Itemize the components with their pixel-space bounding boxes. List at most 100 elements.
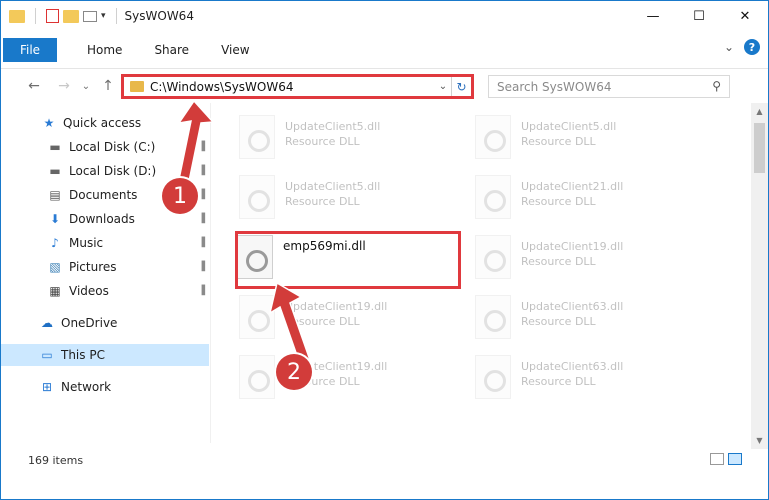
customize-icon[interactable] [83,10,97,22]
pin-icon[interactable]: ▐ [198,238,205,248]
navigation-bar: ← → ⌄ ↑ C:\Windows\SysWOW64 ⌄ ↻ Search S… [1,69,768,103]
divider [35,8,36,24]
item-count: 169 items [28,453,84,467]
file-item[interactable]: UpdateClient19.dll Resource DLL [467,231,687,285]
sidebar-item-label: Local Disk (C:) [69,140,156,154]
file-name: UpdateClient5.dll [285,180,381,193]
sidebar-item-label: Documents [69,188,138,202]
refresh-button[interactable]: ↻ [451,77,471,96]
file-description: Resource DLL [521,375,596,388]
pin-icon[interactable]: ▐ [198,166,205,176]
properties-icon[interactable] [46,9,59,23]
address-bar[interactable]: C:\Windows\SysWOW64 ⌄ ↻ [121,74,474,99]
sidebar-item-label: Downloads [69,212,135,226]
file-name: UpdateClient19.dll [285,300,388,313]
file-list: UpdateClient5.dll Resource DLL UpdateClie… [215,103,725,443]
divider [115,8,117,24]
file-item[interactable]: UpdateClient19.dll Resource DLL [231,291,451,345]
callout-badge-2: 2 [276,354,312,390]
dll-file-icon [475,175,511,219]
sidebar-item-music[interactable]: ♪ Music ▐ [1,232,209,254]
search-icon: ⚲ [712,79,721,93]
pin-icon[interactable]: ▐ [198,286,205,296]
sidebar-item-network[interactable]: ⊞ Network [1,376,209,398]
file-name: UpdateClient5.dll [521,120,617,133]
drive-icon: ▬ [49,164,61,178]
sidebar-item-pictures[interactable]: ▧ Pictures ▐ [1,256,209,278]
tab-view[interactable]: View [205,38,265,62]
file-item[interactable]: UpdateClient21.dll Resource DLL [467,171,687,225]
folder-icon [130,81,144,92]
tab-home[interactable]: Home [71,38,138,62]
tab-file[interactable]: File [3,37,57,62]
tab-share[interactable]: Share [138,38,205,62]
address-path[interactable]: C:\Windows\SysWOW64 [150,80,435,94]
large-icons-view-icon[interactable] [728,453,742,465]
file-item[interactable]: UpdateClient5.dll Resource DLL [467,111,687,165]
sidebar-item-this-pc[interactable]: ▭ This PC [1,344,209,366]
window-controls: — ☐ ✕ [630,1,768,31]
network-icon: ⊞ [41,380,53,394]
maximize-button[interactable]: ☐ [676,1,722,31]
sidebar-item-videos[interactable]: ▦ Videos ▐ [1,280,209,302]
sidebar-item-label: Quick access [63,116,142,130]
dll-file-icon [475,235,511,279]
sidebar-item-label: This PC [61,348,105,362]
dll-file-icon [475,295,511,339]
sidebar-item-onedrive[interactable]: ☁ OneDrive [1,312,209,334]
pin-icon[interactable]: ▐ [198,142,205,152]
chevron-down-icon[interactable]: ⌄ [724,40,734,54]
download-icon: ⬇ [49,212,61,226]
file-highlight-box [235,231,461,289]
file-item[interactable]: UpdateClient5.dll Resource DLL [231,111,451,165]
scrollbar-thumb[interactable] [754,123,765,173]
chevron-down-icon[interactable]: ▾ [101,11,106,21]
file-name: UpdateClient19.dll [521,240,624,253]
pin-icon[interactable]: ▐ [198,262,205,272]
search-placeholder: Search SysWOW64 [497,79,612,94]
scroll-up-icon[interactable]: ▲ [751,103,768,120]
pictures-icon: ▧ [49,260,61,274]
quick-access-toolbar: ▾ [9,8,123,24]
back-button[interactable]: ← [23,75,45,97]
search-input[interactable]: Search SysWOW64 ⚲ [488,75,730,98]
up-button[interactable]: ↑ [97,75,119,97]
pin-icon[interactable]: ▐ [198,190,205,200]
forward-button[interactable]: → [53,75,75,97]
new-folder-icon[interactable] [63,9,79,23]
file-item[interactable]: UpdateClient5.dll Resource DLL [231,171,451,225]
sidebar-item-local-disk-c[interactable]: ▬ Local Disk (C:) ▐ [1,136,209,158]
scroll-down-icon[interactable]: ▼ [751,432,768,449]
vertical-scrollbar[interactable]: ▲ ▼ [751,103,768,449]
file-item[interactable]: UpdateClient19.dll Resource DLL [231,351,451,405]
close-button[interactable]: ✕ [722,1,768,31]
music-icon: ♪ [51,236,59,250]
file-name: UpdateClient63.dll [521,300,624,313]
file-name: UpdateClient63.dll [521,360,624,373]
file-name: UpdateClient5.dll [285,120,381,133]
pin-icon[interactable]: ▐ [198,214,205,224]
file-name: UpdateClient21.dll [521,180,624,193]
minimize-button[interactable]: — [630,1,676,31]
details-view-icon[interactable] [710,453,724,465]
folder-icon[interactable] [9,9,25,23]
callout-badge-1: 1 [162,178,198,214]
explorer-window: ▾ SysWOW64 — ☐ ✕ File Home Share View ⌄ … [0,0,769,500]
sidebar-item-label: OneDrive [61,316,118,330]
dll-file-icon [239,175,275,219]
help-icon[interactable]: ? [744,39,760,55]
file-item[interactable]: UpdateClient63.dll Resource DLL [467,291,687,345]
computer-icon: ▭ [41,348,53,362]
navigation-pane: ★ Quick access ▬ Local Disk (C:) ▐ ▬ Loc… [1,103,211,443]
drive-icon: ▬ [49,140,61,154]
file-description: Resource DLL [285,315,360,328]
recent-locations-button[interactable]: ⌄ [75,75,97,97]
dll-file-icon [239,115,275,159]
star-icon: ★ [43,116,55,130]
file-description: Resource DLL [521,195,596,208]
sidebar-item-label: Music [69,236,104,250]
sidebar-item-quick-access[interactable]: ★ Quick access [1,112,209,134]
file-item[interactable]: UpdateClient63.dll Resource DLL [467,351,687,405]
chevron-down-icon[interactable]: ⌄ [435,81,451,92]
documents-icon: ▤ [49,188,61,202]
